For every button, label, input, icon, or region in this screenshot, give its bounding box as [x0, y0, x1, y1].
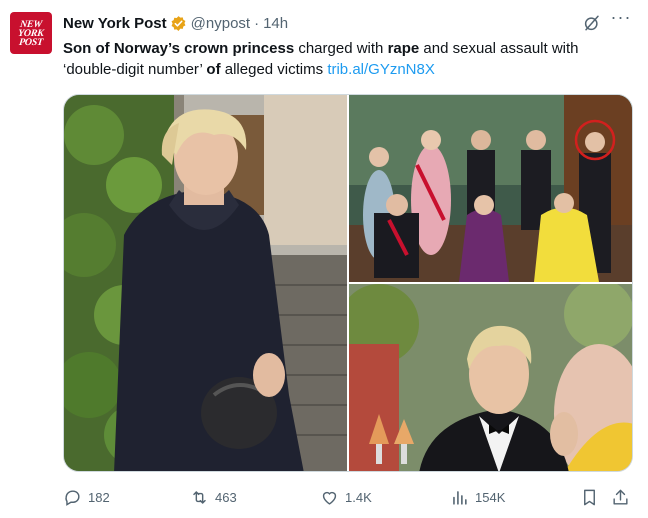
reply-icon [65, 490, 80, 506]
heart-icon [322, 491, 337, 505]
text-part: rape [387, 40, 420, 57]
text-part: Son of Norway’s crown princess [63, 40, 295, 57]
royal-family-group-photo[interactable] [349, 95, 632, 282]
more-options-icon[interactable]: ··· [610, 8, 632, 30]
share-button[interactable] [611, 488, 636, 507]
grok-icon[interactable] [583, 14, 601, 32]
like-count: 1.4K [345, 490, 372, 505]
media-grid [63, 94, 633, 472]
repost-icon [193, 491, 206, 504]
text-part: alleged victims [220, 61, 328, 78]
handle[interactable]: @nypost [191, 15, 250, 32]
young-man-hoodie-photo[interactable] [64, 95, 347, 471]
views-button[interactable]: 154K [450, 488, 505, 507]
display-name[interactable]: New York Post [63, 15, 167, 32]
like-button[interactable]: 1.4K [320, 488, 372, 507]
repost-button[interactable]: 463 [190, 488, 237, 507]
bookmark-icon [584, 489, 595, 506]
avatar[interactable]: NEW YORK POST [10, 12, 52, 54]
bookmark-button[interactable] [580, 488, 605, 507]
reply-count: 182 [88, 490, 110, 505]
gala-dinner-photo[interactable] [349, 284, 632, 471]
verified-badge-icon [171, 15, 186, 31]
tweet-text: Son of Norway’s crown princess charged w… [63, 38, 633, 80]
share-icon [613, 489, 628, 505]
tweet-link[interactable]: trib.al/GYznN8X [327, 61, 435, 78]
views-count: 154K [475, 490, 506, 505]
views-icon [453, 491, 467, 505]
avatar-line-3: POST [18, 36, 44, 48]
text-part: charged with [294, 40, 388, 57]
timestamp[interactable]: 14h [263, 15, 288, 32]
tweet-header: New York Post @nypost · 14h [63, 13, 288, 33]
text-part: of [206, 61, 221, 78]
action-bar: 182 463 1.4K 154K [63, 488, 633, 508]
repost-count: 463 [215, 490, 237, 505]
reply-button[interactable]: 182 [63, 488, 110, 507]
separator-dot: · [254, 14, 260, 32]
